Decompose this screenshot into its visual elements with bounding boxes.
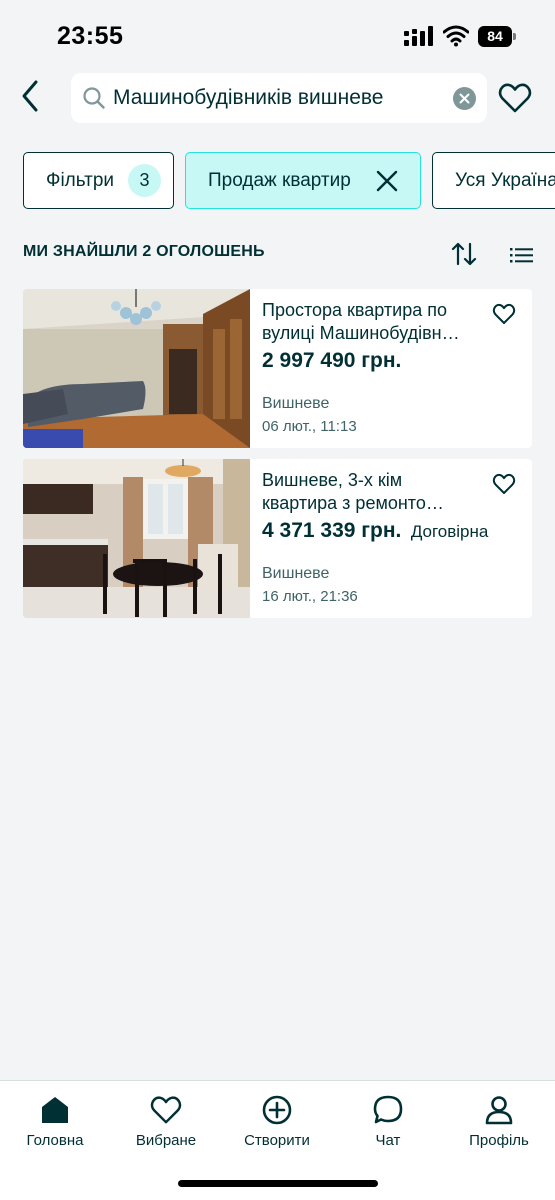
heart-icon[interactable] (492, 302, 516, 326)
heart-icon[interactable] (492, 472, 516, 496)
listing-photo (23, 459, 250, 618)
tab-chat[interactable]: Чат (333, 1093, 443, 1153)
clear-search-icon[interactable] (453, 87, 476, 110)
wifi-icon (443, 25, 469, 47)
heart-icon (498, 83, 532, 113)
listing-location: Вишневе (262, 565, 330, 582)
tab-profile[interactable]: Профіль (444, 1093, 554, 1153)
listing-title-line: Простора квартира по (262, 300, 447, 320)
search-icon (83, 87, 105, 109)
tab-create[interactable]: Створити (222, 1093, 332, 1153)
listing-title: Вишневе, 3-х кім квартира з ремонто… (262, 469, 482, 515)
filters-chip-label: Фільтри (46, 169, 115, 191)
listing-price: 4 371 339 грн. (262, 519, 402, 542)
tab-chat-label: Чат (375, 1132, 401, 1149)
list-view-icon[interactable] (507, 242, 535, 268)
heart-icon (149, 1093, 183, 1127)
listing-photo (23, 289, 250, 448)
listing-title-line: Вишневе, 3-х кім (262, 470, 403, 490)
listing-card[interactable]: Вишневе, 3-х кім квартира з ремонто… 4 3… (23, 459, 532, 618)
listing-location: Вишневе (262, 395, 330, 412)
category-chip-label: Продаж квартир (208, 169, 351, 191)
listing-price-row: 2 997 490 грн. (262, 349, 406, 373)
tab-profile-label: Профіль (469, 1132, 529, 1149)
screen: 23:55 84 Машинобудівників вишневе Фільтр… (0, 0, 555, 1200)
search-input[interactable]: Машинобудівників вишневе (113, 73, 384, 123)
listing-title-line: вулиці Машинобудівн… (262, 323, 460, 343)
region-chip[interactable]: Уся Україна (432, 152, 555, 209)
user-icon (482, 1093, 516, 1127)
back-button[interactable] (12, 76, 48, 116)
sort-icon[interactable] (450, 240, 478, 268)
tab-home-label: Головна (26, 1132, 84, 1149)
search-box[interactable]: Машинобудівників вишневе (71, 73, 487, 123)
plus-circle-icon (260, 1093, 294, 1127)
status-bar: 23:55 84 (0, 0, 555, 70)
region-chip-label: Уся Україна (455, 169, 555, 191)
tab-favorites-label: Вибране (135, 1132, 197, 1149)
listing-price-row: 4 371 339 грн. Договірна (262, 519, 488, 543)
tab-home[interactable]: Головна (0, 1093, 110, 1153)
tab-favorites[interactable]: Вибране (111, 1093, 221, 1153)
battery-indicator: 84 (478, 26, 518, 48)
filters-count-badge: 3 (128, 164, 161, 197)
battery-level: 84 (487, 28, 503, 44)
save-search-button[interactable] (496, 79, 534, 117)
close-icon (459, 93, 470, 104)
listing-title-line: квартира з ремонто… (262, 493, 444, 513)
tab-create-label: Створити (244, 1132, 310, 1149)
negotiable-label: Договірна (410, 522, 489, 541)
results-count-title: МИ ЗНАЙШЛИ 2 ОГОЛОШЕНЬ (23, 243, 265, 260)
filter-chips: Фільтри 3 Продаж квартир Уся Україна (0, 152, 555, 210)
close-icon[interactable] (375, 169, 399, 193)
home-indicator (178, 1180, 378, 1187)
filters-chip[interactable]: Фільтри 3 (23, 152, 174, 209)
status-time: 23:55 (57, 22, 124, 50)
category-chip[interactable]: Продаж квартир (185, 152, 421, 209)
listing-date: 06 лют., 11:13 (262, 418, 357, 435)
listing-date: 16 лют., 21:36 (262, 588, 358, 605)
listing-title: Простора квартира по вулиці Машинобудівн… (262, 299, 482, 345)
cellular-signal-icon (404, 26, 433, 46)
chevron-left-icon (22, 80, 38, 112)
battery-tip (513, 33, 516, 40)
chat-bubble-icon (371, 1093, 405, 1127)
home-icon (38, 1093, 72, 1127)
listing-price: 2 997 490 грн. (262, 349, 402, 372)
listing-card[interactable]: Простора квартира по вулиці Машинобудівн… (23, 289, 532, 448)
